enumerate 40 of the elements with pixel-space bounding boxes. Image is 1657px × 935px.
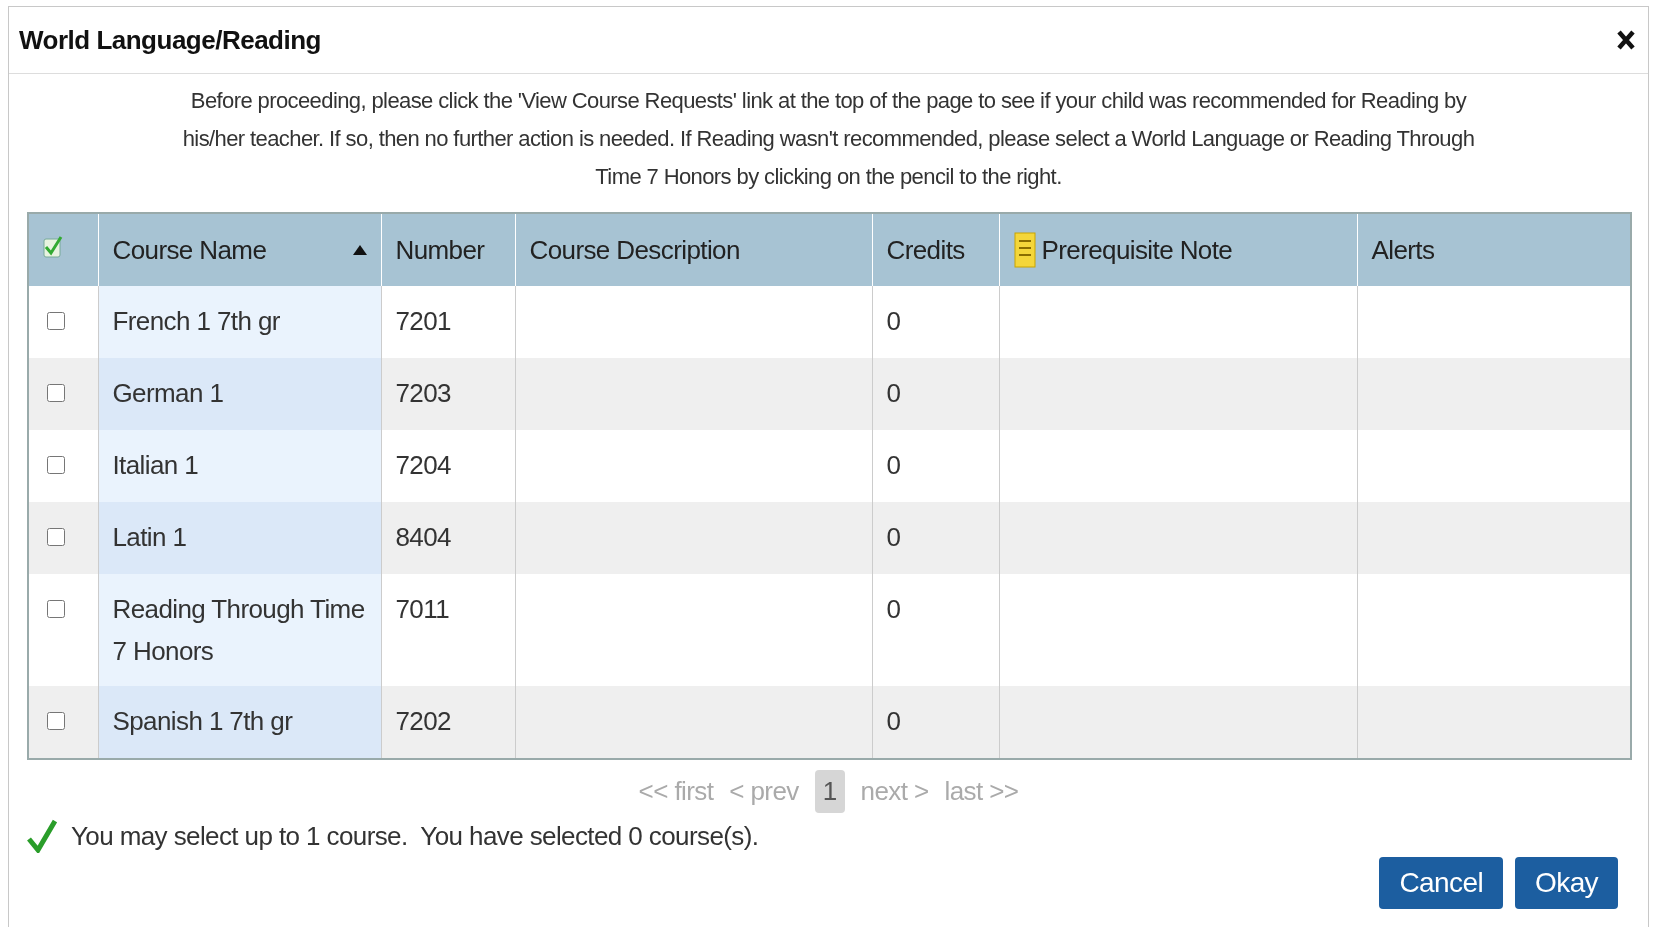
page-number[interactable]: 1 (814, 770, 845, 813)
selection-message: You may select up to 1 course. You have selected 0 course(s). (71, 820, 759, 852)
table-cell: German 1 (112, 378, 224, 408)
column-header[interactable]: Prerequisite Note (999, 213, 1357, 286)
table-cell: 7201 (395, 306, 451, 336)
table-cell: 0 (886, 306, 901, 336)
table-cell: 0 (886, 378, 901, 408)
table-cell: 8404 (395, 522, 451, 552)
row-checkbox[interactable] (47, 526, 65, 548)
table-cell: 7202 (395, 706, 451, 736)
column-header[interactable]: Alerts (1357, 213, 1631, 286)
note-icon (1013, 232, 1036, 268)
table-cell: Latin 1 (112, 522, 187, 552)
column-header[interactable]: Number (381, 213, 515, 286)
column-header[interactable]: Credits (872, 213, 999, 286)
table-cell: 0 (886, 706, 901, 736)
row-checkbox[interactable] (47, 598, 65, 620)
row-checkbox[interactable] (47, 310, 65, 332)
table-cell: 0 (886, 450, 901, 480)
column-header[interactable]: Course Name (98, 213, 381, 286)
table-cell: 0 (886, 594, 901, 624)
column-header[interactable]: Course Description (515, 213, 872, 286)
dialog-title: World Language/Reading (19, 24, 321, 56)
table-cell: 7011 (395, 594, 449, 624)
instructions-text: Before proceeding, please click the 'View Course Requests' link at the top of the page to see if your child was recommended for Reading by his/her teacher. If so, then no further action is needed. If Reading wasn't recommended, please select a World Language or Reading Through Time 7 Honors by clicking on the pencil to the right. (181, 87, 1476, 191)
table-cell: Spanish 1 7th gr (112, 706, 293, 736)
table-cell: 0 (886, 522, 901, 552)
table-cell: 7204 (395, 450, 451, 480)
table-cell: Reading Through Time 7 Honors (112, 594, 365, 666)
table-cell: Italian 1 (112, 450, 199, 480)
checkmark-icon (27, 819, 57, 853)
checkbox-checked-icon (43, 234, 63, 259)
row-checkbox[interactable] (47, 710, 65, 732)
row-checkbox[interactable] (47, 382, 65, 404)
okay-button[interactable]: Okay (1515, 857, 1618, 909)
row-checkbox[interactable] (47, 454, 65, 476)
table-cell: French 1 7th gr (112, 306, 280, 336)
cancel-button[interactable]: Cancel (1379, 857, 1504, 909)
close-icon (1616, 29, 1636, 51)
table-cell: 7203 (395, 378, 451, 408)
